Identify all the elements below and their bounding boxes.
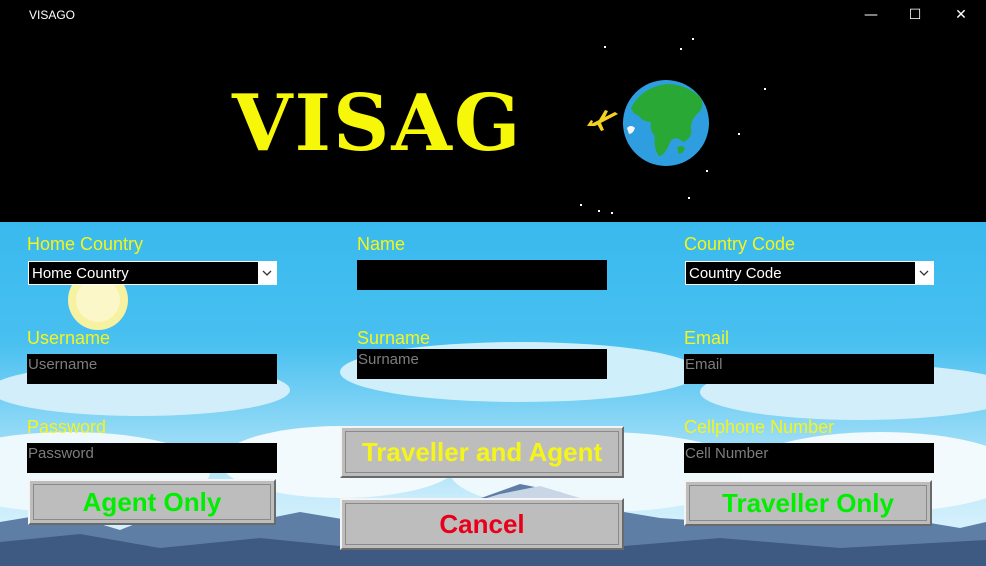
title-bar: VISAGO — ☐ ✕ — [0, 0, 986, 30]
chevron-down-icon[interactable] — [915, 262, 933, 284]
logo-text: VISAG — [232, 78, 523, 169]
agent-only-label: Agent Only — [82, 486, 222, 517]
cellphone-input[interactable]: Cell Number — [684, 443, 934, 473]
country-code-value: Country Code — [689, 265, 782, 282]
email-label: Email — [684, 328, 730, 348]
country-code-label: Country Code — [684, 234, 796, 254]
form-area: Home Country Home Country Name Country C… — [0, 222, 986, 566]
close-button[interactable]: ✕ — [938, 0, 984, 30]
home-country-select[interactable]: Home Country — [28, 261, 277, 285]
traveller-and-agent-button[interactable]: Traveller and Agent — [340, 426, 624, 478]
cellphone-label: Cellphone Number — [684, 417, 835, 437]
password-input[interactable]: Password — [27, 443, 277, 473]
maximize-button[interactable]: ☐ — [892, 0, 938, 30]
globe-icon — [623, 80, 709, 166]
banner: VISAG — [0, 30, 986, 222]
name-input[interactable] — [357, 260, 607, 290]
username-input[interactable]: Username — [27, 354, 277, 384]
minimize-button[interactable]: — — [848, 0, 894, 30]
country-code-select[interactable]: Country Code — [685, 261, 934, 285]
home-country-label: Home Country — [27, 234, 144, 254]
surname-label: Surname — [357, 328, 431, 348]
agent-only-button[interactable]: Agent Only — [28, 479, 276, 525]
email-input[interactable]: Email — [684, 354, 934, 384]
home-country-value: Home Country — [32, 265, 129, 282]
cancel-button[interactable]: Cancel — [340, 498, 624, 550]
username-label: Username — [27, 328, 111, 348]
window-title: VISAGO — [29, 8, 76, 22]
traveller-only-button[interactable]: Traveller Only — [684, 480, 932, 526]
airplane-icon — [587, 110, 618, 131]
traveller-and-agent-label: Traveller and Agent — [361, 436, 603, 467]
cancel-label: Cancel — [439, 508, 525, 539]
chevron-down-icon[interactable] — [258, 262, 276, 284]
traveller-only-label: Traveller Only — [722, 487, 894, 518]
name-label: Name — [357, 234, 406, 254]
surname-input[interactable]: Surname — [357, 349, 607, 379]
password-label: Password — [27, 417, 107, 437]
